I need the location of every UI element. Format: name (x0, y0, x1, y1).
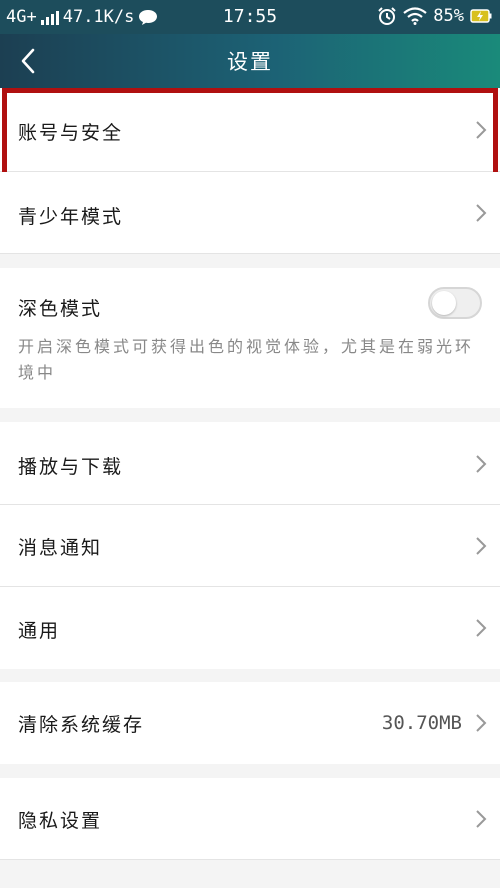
toggle-knob (432, 291, 456, 315)
dark-mode-description: 开启深色模式可获得出色的视觉体验，尤其是在弱光环境中 (18, 337, 475, 382)
general-label: 通用 (18, 620, 61, 642)
chevron-right-icon (476, 121, 487, 139)
chevron-right-icon (476, 455, 487, 473)
settings-item-privacy[interactable]: 隐私设置 (0, 778, 500, 860)
privacy-label: 隐私设置 (18, 810, 103, 832)
status-right: 85% (377, 6, 492, 26)
settings-item-notifications[interactable]: 消息通知 (0, 505, 500, 587)
settings-item-playback-download[interactable]: 播放与下载 (0, 422, 500, 505)
dark-mode-label: 深色模式 (18, 298, 103, 320)
alarm-icon (378, 7, 396, 25)
chevron-right-icon (476, 619, 487, 637)
page-title: 设置 (227, 50, 273, 74)
settings-item-teen-mode[interactable]: 青少年模式 (0, 172, 500, 254)
settings-item-account-security[interactable]: 账号与安全 (0, 88, 500, 172)
dark-mode-toggle[interactable] (428, 287, 482, 319)
settings-item-general[interactable]: 通用 (0, 587, 500, 669)
account-security-label: 账号与安全 (18, 122, 124, 144)
chevron-right-icon (476, 714, 487, 732)
settings-item-clear-cache[interactable]: 清除系统缓存 30.70MB (0, 682, 500, 764)
clear-cache-label: 清除系统缓存 (18, 714, 145, 736)
teen-mode-label: 青少年模式 (18, 206, 124, 228)
battery-percent: 85% (433, 6, 464, 26)
chevron-right-icon (476, 204, 487, 222)
chevron-right-icon (476, 810, 487, 828)
notifications-label: 消息通知 (18, 537, 103, 559)
title-bar: 设置 (0, 34, 500, 88)
battery-charging-icon (470, 9, 492, 23)
cache-size-value: 30.70MB (381, 712, 462, 734)
chevron-right-icon (476, 537, 487, 555)
status-bar: 4G+ 47.1K/s 17:55 85% (0, 0, 500, 34)
playback-download-label: 播放与下载 (18, 456, 124, 478)
wifi-icon (403, 7, 427, 25)
